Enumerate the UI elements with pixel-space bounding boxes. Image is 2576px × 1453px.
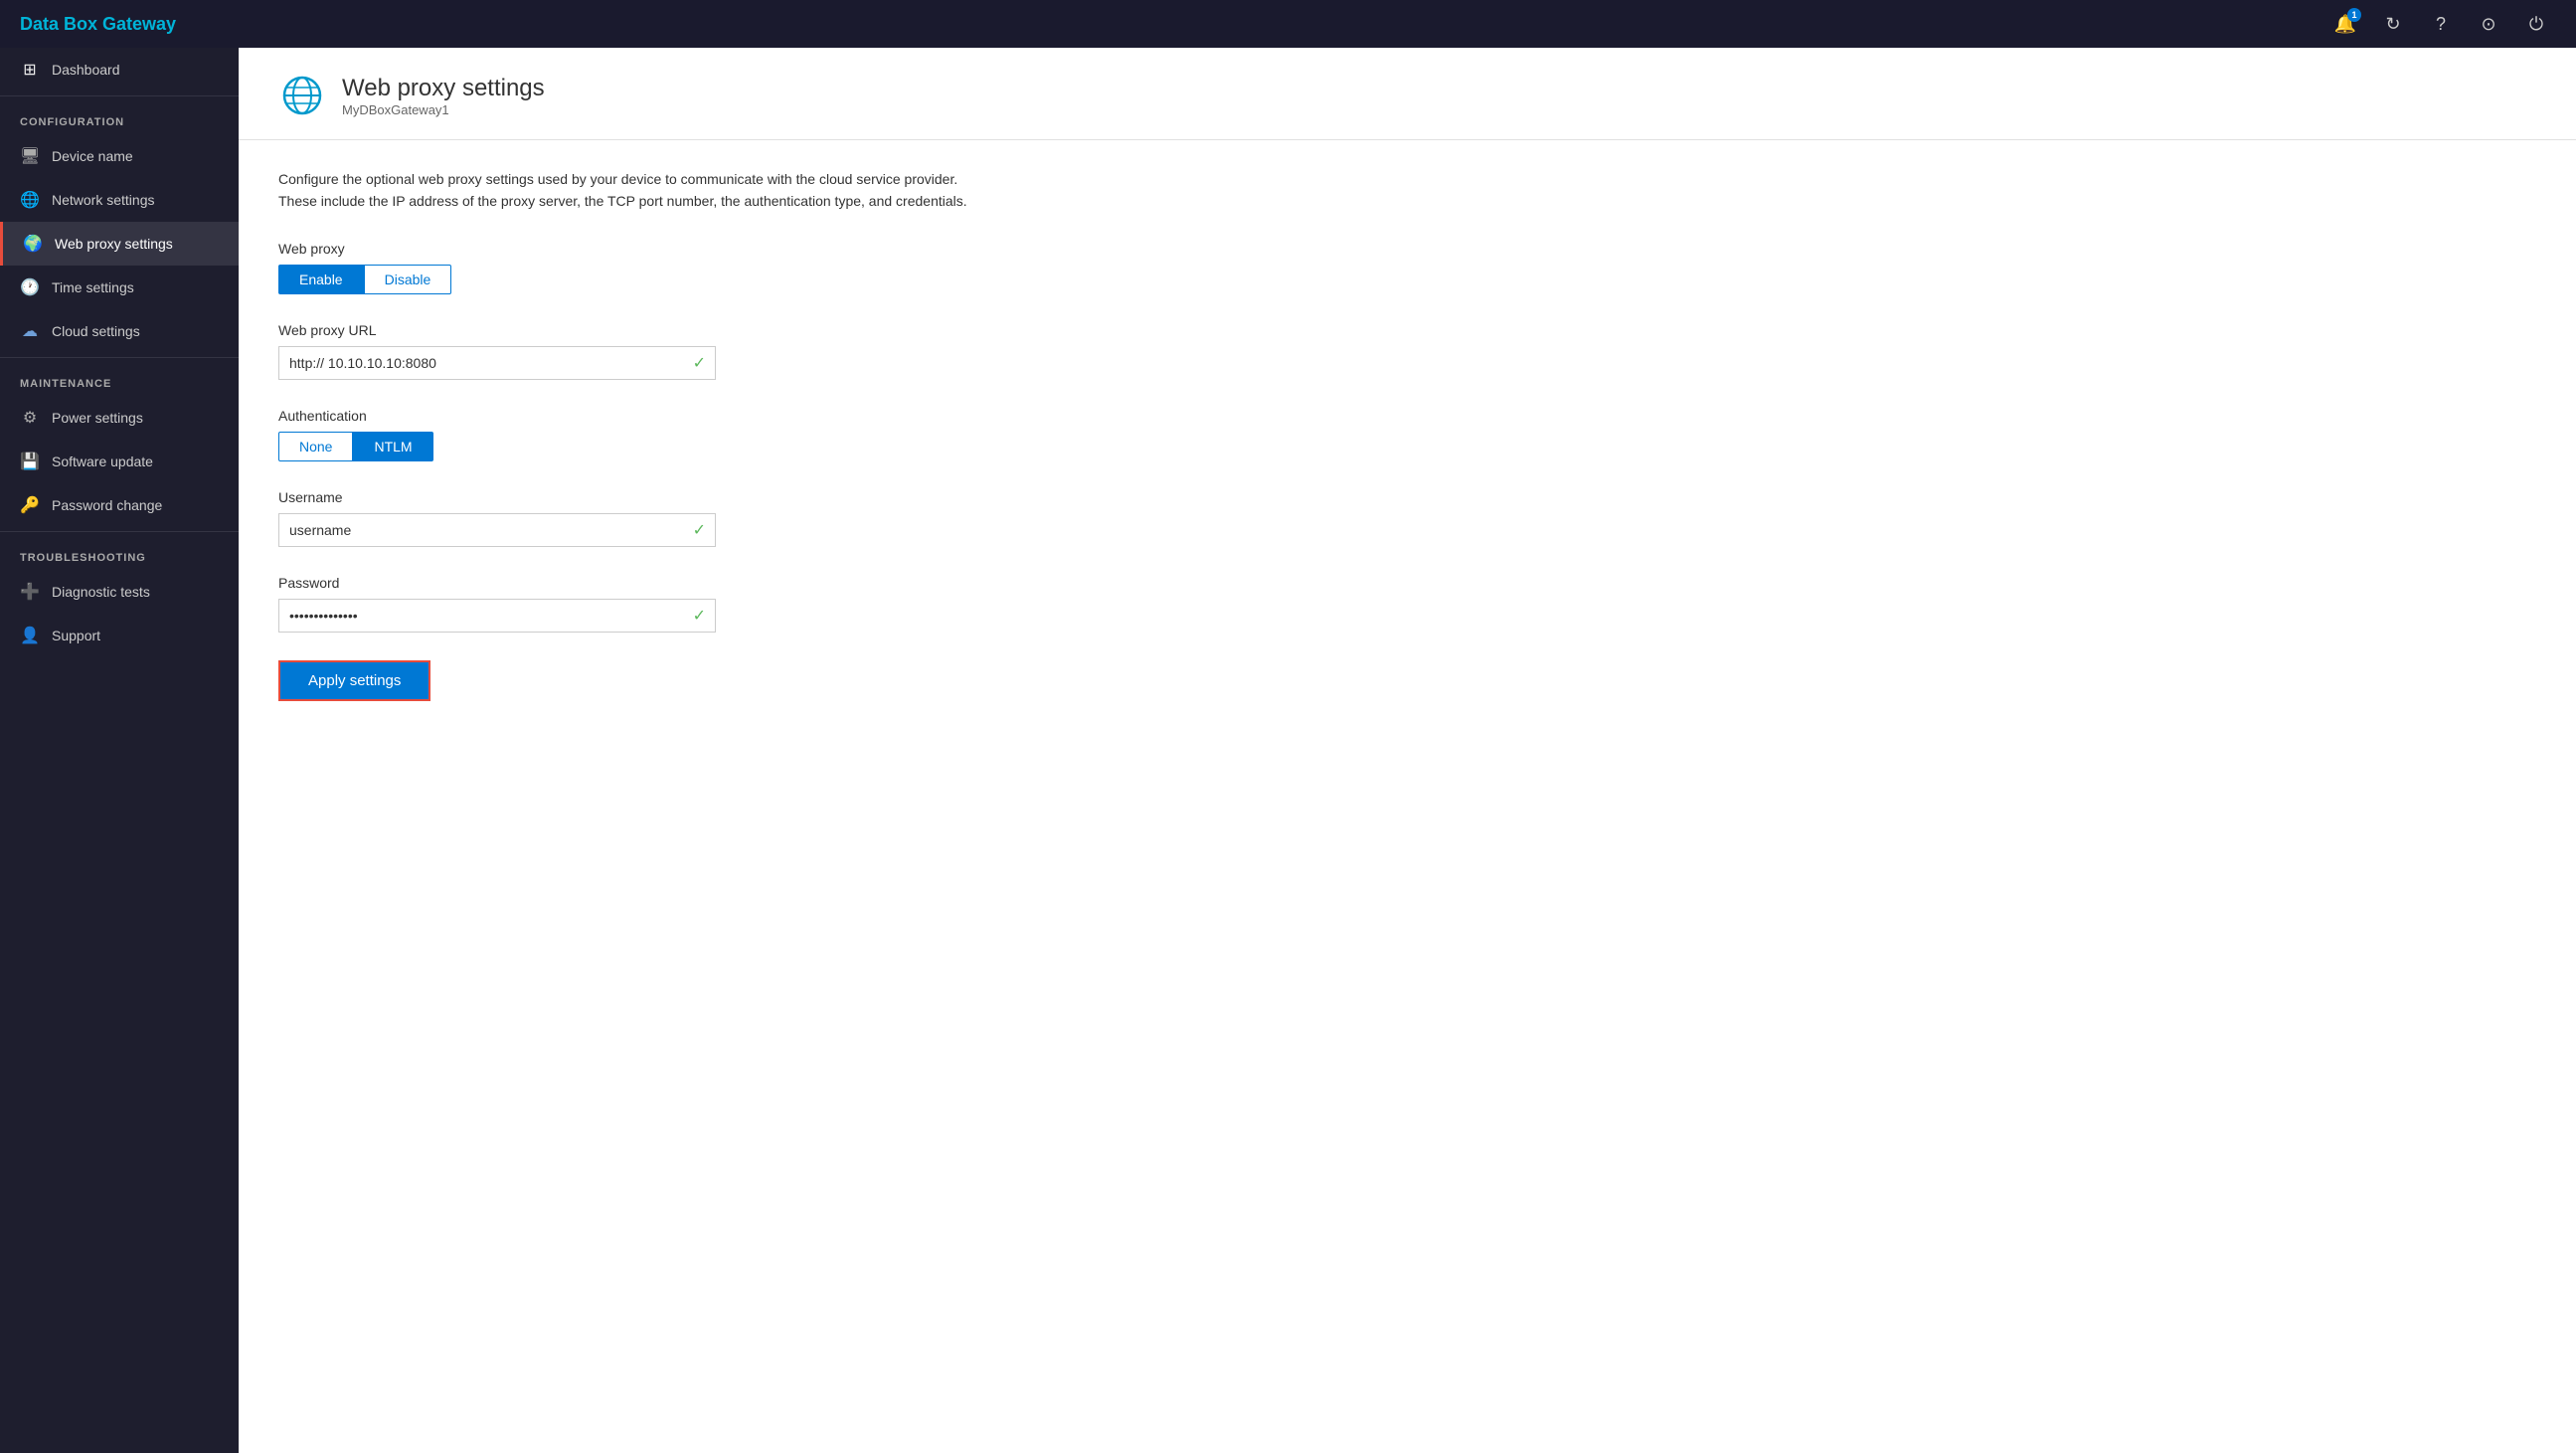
config-section-header: CONFIGURATION (0, 100, 239, 134)
sidebar-support-label: Support (52, 628, 100, 643)
power-settings-icon: ⚙ (20, 408, 40, 428)
app-brand[interactable]: Data Box Gateway (20, 14, 176, 35)
sidebar-item-power-settings[interactable]: ⚙ Power settings (0, 396, 239, 440)
url-check-icon: ✓ (693, 353, 706, 373)
sidebar-webproxy-label: Web proxy settings (55, 236, 173, 252)
sidebar-device-name-label: Device name (52, 148, 133, 164)
dashboard-icon: ⊞ (20, 60, 40, 80)
sidebar-item-dashboard[interactable]: ⊞ Dashboard (0, 48, 239, 91)
help-button[interactable]: ? (2421, 4, 2461, 44)
topbar-icons: 🔔 1 ↻ ? ⊙ ⏻ (2325, 4, 2556, 44)
sidebar-diagnostic-label: Diagnostic tests (52, 584, 150, 600)
sidebar-divider-2 (0, 357, 239, 358)
password-section: Password ✓ (278, 575, 2536, 633)
sidebar-item-support[interactable]: 👤 Support (0, 614, 239, 657)
page-title: Web proxy settings (342, 75, 545, 102)
sidebar-time-label: Time settings (52, 279, 134, 295)
page-description: Configure the optional web proxy setting… (278, 168, 2536, 213)
notification-button[interactable]: 🔔 1 (2325, 4, 2365, 44)
username-input[interactable] (278, 513, 716, 547)
username-section: Username ✓ (278, 489, 2536, 547)
globe-icon (281, 75, 323, 116)
sidebar-item-time-settings[interactable]: 🕐 Time settings (0, 266, 239, 309)
sidebar: ⊞ Dashboard CONFIGURATION 🖥 Device name … (0, 48, 239, 1453)
web-proxy-label: Web proxy (278, 241, 2536, 257)
sidebar-divider-3 (0, 531, 239, 532)
sidebar-item-cloud-settings[interactable]: ☁ Cloud settings (0, 309, 239, 353)
page-icon (278, 72, 326, 119)
sidebar-item-web-proxy[interactable]: 🌍 Web proxy settings (0, 222, 239, 266)
auth-section: Authentication None NTLM (278, 408, 2536, 461)
sidebar-item-diagnostic-tests[interactable]: ➕ Diagnostic tests (0, 570, 239, 614)
sidebar-item-software-update[interactable]: 💾 Software update (0, 440, 239, 483)
description-line1: Configure the optional web proxy setting… (278, 171, 957, 187)
web-proxy-section: Web proxy Enable Disable (278, 241, 2536, 294)
none-button[interactable]: None (278, 432, 353, 461)
page-header: Web proxy settings MyDBoxGateway1 (239, 48, 2576, 140)
sidebar-password-label: Password change (52, 497, 162, 513)
enable-button[interactable]: Enable (278, 265, 364, 294)
url-label: Web proxy URL (278, 322, 2536, 338)
cloud-icon: ☁ (20, 321, 40, 341)
url-section: Web proxy URL ✓ (278, 322, 2536, 380)
page-header-text: Web proxy settings MyDBoxGateway1 (342, 75, 545, 117)
page-subtitle: MyDBoxGateway1 (342, 102, 545, 117)
webproxy-icon: 🌍 (23, 234, 43, 254)
notification-badge: 1 (2347, 8, 2361, 22)
url-input[interactable] (278, 346, 716, 380)
sidebar-cloud-label: Cloud settings (52, 323, 140, 339)
password-input-wrapper: ✓ (278, 599, 716, 633)
web-proxy-toggle-group: Enable Disable (278, 265, 2536, 294)
username-check-icon: ✓ (693, 520, 706, 540)
power-button[interactable]: ⏻ (2516, 4, 2556, 44)
topbar: Data Box Gateway 🔔 1 ↻ ? ⊙ ⏻ (0, 0, 2576, 48)
sidebar-item-device-name[interactable]: 🖥 Device name (0, 134, 239, 178)
username-input-wrapper: ✓ (278, 513, 716, 547)
sidebar-item-network-settings[interactable]: 🌐 Network settings (0, 178, 239, 222)
help-icon: ? (2436, 14, 2446, 35)
password-check-icon: ✓ (693, 606, 706, 626)
sidebar-divider-1 (0, 95, 239, 96)
circle-button[interactable]: ⊙ (2469, 4, 2508, 44)
troubleshooting-section-header: TROUBLESHOOTING (0, 536, 239, 570)
auth-toggle-group: None NTLM (278, 432, 2536, 461)
diagnostic-icon: ➕ (20, 582, 40, 602)
password-icon: 🔑 (20, 495, 40, 515)
refresh-icon: ↻ (2385, 14, 2400, 35)
auth-label: Authentication (278, 408, 2536, 424)
username-label: Username (278, 489, 2536, 505)
password-input[interactable] (278, 599, 716, 633)
update-icon: 💾 (20, 452, 40, 471)
refresh-button[interactable]: ↻ (2373, 4, 2413, 44)
apply-section: Apply settings (278, 660, 2536, 701)
apply-settings-button[interactable]: Apply settings (278, 660, 430, 701)
power-icon: ⏻ (2529, 14, 2543, 35)
sidebar-item-dashboard-label: Dashboard (52, 62, 120, 78)
main-content: Web proxy settings MyDBoxGateway1 Config… (239, 48, 2576, 1453)
sidebar-item-password-change[interactable]: 🔑 Password change (0, 483, 239, 527)
support-icon: 👤 (20, 626, 40, 645)
password-label: Password (278, 575, 2536, 591)
ntlm-button[interactable]: NTLM (353, 432, 432, 461)
maintenance-section-header: MAINTENANCE (0, 362, 239, 396)
url-input-wrapper: ✓ (278, 346, 716, 380)
time-icon: 🕐 (20, 277, 40, 297)
layout: ⊞ Dashboard CONFIGURATION 🖥 Device name … (0, 48, 2576, 1453)
disable-button[interactable]: Disable (364, 265, 452, 294)
network-icon: 🌐 (20, 190, 40, 210)
page-body: Configure the optional web proxy setting… (239, 140, 2576, 757)
description-line2: These include the IP address of the prox… (278, 193, 967, 209)
sidebar-update-label: Software update (52, 454, 153, 469)
circle-icon: ⊙ (2481, 14, 2495, 35)
device-icon: 🖥 (20, 146, 40, 166)
sidebar-power-label: Power settings (52, 410, 143, 426)
sidebar-network-label: Network settings (52, 192, 154, 208)
